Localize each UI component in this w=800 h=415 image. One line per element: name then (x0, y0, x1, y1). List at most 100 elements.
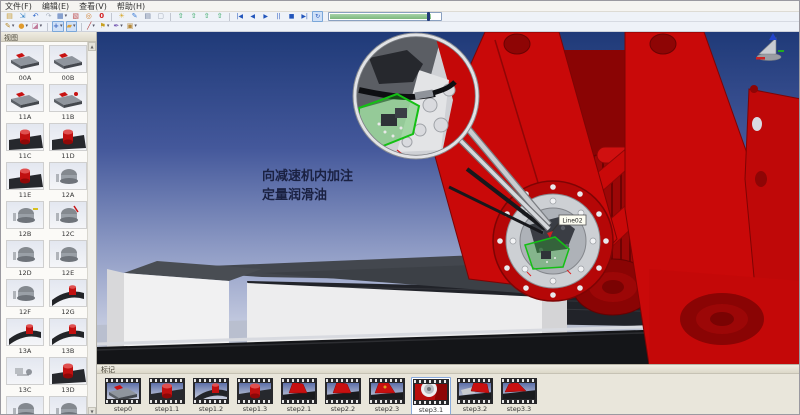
grid-icon[interactable]: ▤ (142, 11, 153, 22)
export-icon-3[interactable]: ⇧ (201, 11, 212, 22)
toolbar-separator (170, 13, 171, 21)
chevron-down-icon: ▾ (120, 22, 123, 31)
view-item[interactable]: 11E (6, 162, 44, 199)
chevron-down-icon: ▾ (92, 22, 95, 31)
eraser-tool-dropdown[interactable]: ◪▾ (31, 21, 43, 32)
toolbar-separator (47, 23, 48, 31)
export-icon-4[interactable]: ⇧ (214, 11, 225, 22)
pause-button[interactable]: || (273, 11, 284, 22)
step-item[interactable]: step3.2 (455, 377, 495, 414)
viewport-3d[interactable]: Line02 (97, 32, 800, 364)
frame-back-button[interactable]: ◀ (247, 11, 258, 22)
view-item[interactable]: 12F (6, 279, 44, 316)
view-item-partial[interactable] (6, 396, 44, 415)
view-item[interactable]: 13C (6, 357, 44, 394)
toolbar-secondary: ✎▾ ●▾ ◪▾ +▾ ▰▾ ╱▾ ⚑▾ ✒▾ ▣▾ (1, 22, 800, 32)
chevron-down-icon: ▾ (65, 12, 68, 21)
brush-icon: ▰ (67, 22, 72, 31)
menu-view[interactable]: 查看(V) (79, 1, 107, 12)
views-panel-title: 视图 (1, 32, 96, 42)
view-item[interactable]: 00B (49, 45, 87, 82)
views-panel: 视图 00A 00B 11A 11B 11C 11D 11E 12A 12B 1… (1, 32, 97, 415)
view-item-partial[interactable] (49, 396, 87, 415)
pen-icon: ✒ (113, 22, 119, 31)
pencil-icon: ✎ (5, 22, 11, 31)
chevron-down-icon: ▾ (12, 22, 15, 31)
chevron-down-icon: ▾ (107, 22, 110, 31)
page-icon[interactable]: ▢ (155, 11, 166, 22)
menu-help[interactable]: 帮助(H) (117, 1, 145, 12)
timeline-fill (330, 14, 431, 19)
scene-3d: Line02 (97, 32, 800, 364)
brush-tool-dropdown[interactable]: ▰▾ (66, 21, 77, 32)
menu-file[interactable]: 文件(F) (5, 1, 32, 12)
menu-edit[interactable]: 编辑(E) (42, 1, 69, 12)
chevron-down-icon: ▾ (60, 22, 63, 31)
export-icon-1[interactable]: ⇧ (175, 11, 186, 22)
view-item[interactable]: 00A (6, 45, 44, 82)
scroll-down-icon[interactable]: ▼ (88, 407, 96, 415)
chevron-down-icon: ▾ (73, 22, 76, 31)
chevron-down-icon: ▾ (26, 22, 29, 31)
step-item[interactable]: step3.3 (499, 377, 539, 414)
pencil-tool-dropdown[interactable]: ✎▾ (4, 21, 15, 32)
view-item[interactable]: 13A (6, 318, 44, 355)
color-ball-icon: ● (18, 22, 24, 31)
move-icon: + (53, 22, 59, 31)
view-item[interactable]: 12C (49, 201, 87, 238)
view-item[interactable]: 11B (49, 84, 87, 121)
step-item[interactable]: step0 (103, 377, 143, 414)
eraser-icon: ◪ (32, 22, 39, 31)
pen-tool-dropdown[interactable]: ✒▾ (112, 21, 123, 32)
views-scrollbar[interactable]: ▲ ▼ (87, 42, 96, 415)
toolbar-separator (229, 13, 230, 21)
view-item[interactable]: 12A (49, 162, 87, 199)
step-item[interactable]: step1.1 (147, 377, 187, 414)
step-item[interactable]: step2.1 (279, 377, 319, 414)
measure-icon: ╱ (87, 22, 91, 31)
views-grid: 00A 00B 11A 11B 11C 11D 11E 12A 12B 12C … (1, 42, 89, 415)
package-icon: ▣ (127, 22, 134, 31)
step-item-selected[interactable]: step3.1 (411, 377, 451, 415)
view-item[interactable]: 12B (6, 201, 44, 238)
play-button[interactable]: ▶ (260, 11, 271, 22)
svg-text:向减速机内加注: 向减速机内加注 (262, 168, 353, 184)
flag-tool-dropdown[interactable]: ⚑▾ (99, 21, 111, 32)
view-item[interactable]: 13B (49, 318, 87, 355)
toolbar-separator (111, 13, 112, 21)
view-item[interactable]: 12G (49, 279, 87, 316)
step-item[interactable]: step2.2 (323, 377, 363, 414)
move-tool-dropdown[interactable]: +▾ (52, 21, 63, 32)
timeline-handle[interactable] (427, 12, 430, 21)
step-item[interactable]: step1.3 (235, 377, 275, 414)
svg-text:定量润滑油: 定量润滑油 (261, 187, 327, 203)
view-item[interactable]: 13D (49, 357, 87, 394)
view-mode-icon: ▦ (57, 12, 64, 21)
flag-icon: ⚑ (100, 22, 106, 31)
svg-text:Line02: Line02 (562, 218, 582, 225)
measure-tool-dropdown[interactable]: ╱▾ (86, 21, 97, 32)
view-item[interactable]: 11A (6, 84, 44, 121)
step-item[interactable]: step1.2 (191, 377, 231, 414)
steps-panel-title: 标记 (97, 365, 800, 374)
stop-button[interactable]: ■ (286, 11, 297, 22)
toolbar-separator (81, 23, 82, 31)
steps-strip: step0 step1.1 step1.2 step1.3 step2.1 st… (97, 374, 800, 415)
chevron-down-icon: ▾ (134, 22, 137, 31)
scroll-up-icon[interactable]: ▲ (88, 42, 96, 51)
color-tool-dropdown[interactable]: ●▾ (17, 21, 29, 32)
chevron-down-icon: ▾ (40, 22, 43, 31)
package-tool-dropdown[interactable]: ▣▾ (126, 21, 138, 32)
view-item[interactable]: 12D (6, 240, 44, 277)
steps-panel: 标记 step0 step1.1 step1.2 step1.3 step2.1… (97, 364, 800, 415)
timeline-slider[interactable] (328, 12, 442, 21)
view-item[interactable]: 11D (49, 123, 87, 160)
export-icon-2[interactable]: ⇧ (188, 11, 199, 22)
app-window: 文件(F) 编辑(E) 查看(V) 帮助(H) ▤ ⇲ ↶ ↷ ▦▾ ▧ ◎ 0… (0, 0, 800, 415)
loop-button[interactable]: ↻ (312, 11, 323, 22)
skip-end-button[interactable]: ▶| (299, 11, 310, 22)
view-item[interactable]: 12E (49, 240, 87, 277)
skip-start-button[interactable]: |◀ (234, 11, 245, 22)
view-item[interactable]: 11C (6, 123, 44, 160)
step-item[interactable]: step2.3 (367, 377, 407, 414)
